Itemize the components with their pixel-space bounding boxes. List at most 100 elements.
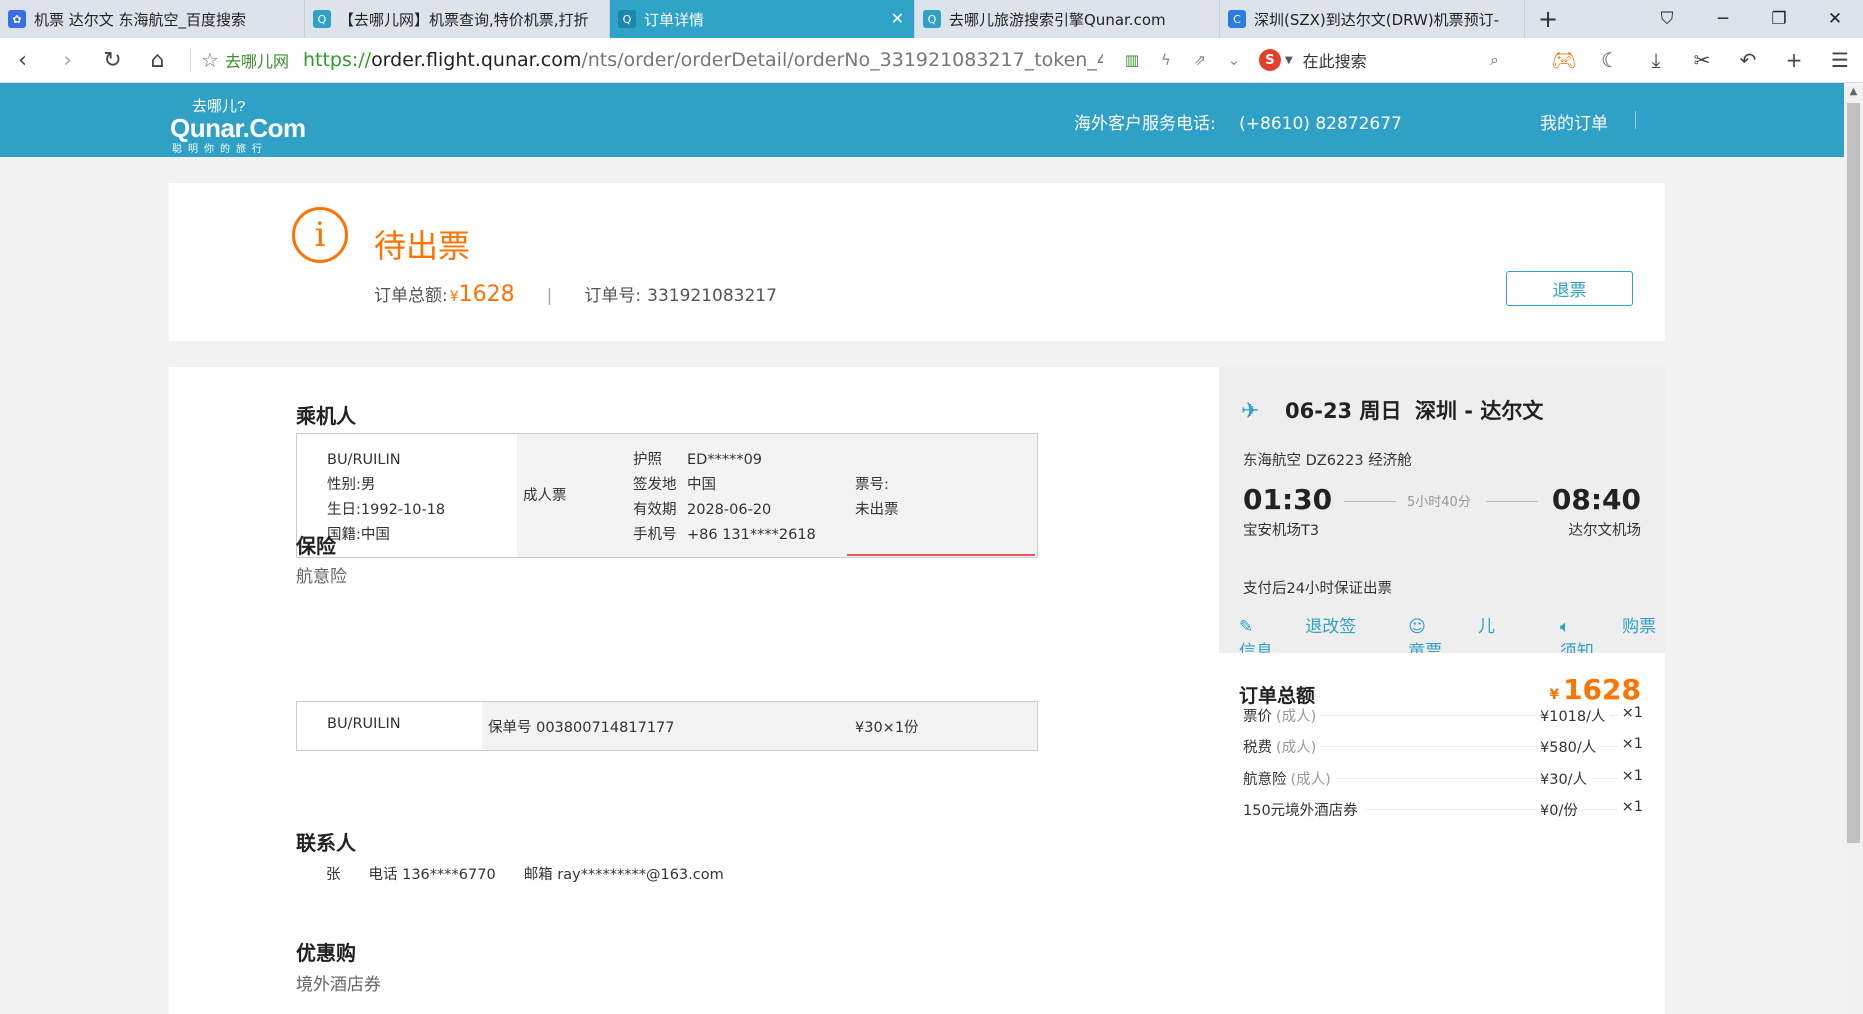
hotline-label: 海外客户服务电话: bbox=[1074, 114, 1216, 134]
quantity: ×1 bbox=[1617, 736, 1643, 752]
passenger-type: (成人) bbox=[1276, 709, 1317, 725]
undo-icon[interactable]: ↶ bbox=[1725, 48, 1771, 72]
forward-icon[interactable]: › bbox=[45, 38, 90, 83]
price-label: 税费 (成人) bbox=[1243, 736, 1321, 757]
scrollbar-thumb[interactable] bbox=[1847, 103, 1860, 843]
divider bbox=[1486, 501, 1538, 502]
menu-icon[interactable]: ☰ bbox=[1817, 48, 1863, 72]
baidu-paw-icon: ✿ bbox=[8, 10, 26, 28]
flight-summary: ✈ 06-23 周日 深圳 - 达尔文 东海航空 DZ6223 经济舱 01:3… bbox=[1219, 367, 1665, 662]
order-status-title: 待出票 bbox=[374, 227, 471, 265]
minimize-icon[interactable]: ─ bbox=[1695, 0, 1751, 38]
moon-icon[interactable]: ☾ bbox=[1587, 48, 1633, 72]
passenger-section-title: 乘机人 bbox=[296, 404, 356, 428]
quantity: ×1 bbox=[1617, 799, 1643, 815]
promo-section-title: 优惠购 bbox=[296, 941, 356, 965]
info-icon: i bbox=[292, 207, 348, 263]
order-summary: 订单总额: ¥ 1628 | 订单号: 331921083217 bbox=[374, 281, 777, 307]
unit-price: ¥1018/人 bbox=[1536, 705, 1610, 726]
search-box[interactable]: S ▼ 在此搜索 ⌕ bbox=[1258, 48, 1499, 72]
expiry-label: 有效期 bbox=[633, 502, 677, 518]
reload-icon[interactable]: ↻ bbox=[90, 38, 135, 83]
order-total-panel: 订单总额 ¥1628 票价 (成人) ¥1018/人 ×1 税费 (成人) ¥580… bbox=[1219, 653, 1665, 1014]
passenger-gender: 性别:男 bbox=[327, 477, 376, 493]
departure-time: 01:30 bbox=[1243, 483, 1333, 516]
total-value: 1628 bbox=[1563, 673, 1641, 706]
refund-button[interactable]: 退票 bbox=[1506, 271, 1633, 306]
doc-type-label: 护照 bbox=[633, 452, 662, 468]
gamepad-icon[interactable]: 🎮︎ bbox=[1541, 48, 1587, 72]
url-input[interactable]: https://order.flight.qunar.com/nts/order… bbox=[303, 49, 1103, 71]
chevron-down-icon[interactable]: ⌄ bbox=[1217, 51, 1251, 69]
qunar-camel-icon: Q bbox=[313, 10, 331, 28]
chevron-down-icon[interactable]: ▼ bbox=[1285, 55, 1293, 66]
divider bbox=[190, 48, 191, 72]
close-tab-icon[interactable]: ✕ bbox=[891, 9, 904, 28]
url-path: /nts/order/orderDetail/orderNo_331921083… bbox=[581, 49, 1103, 71]
price-label: 航意险 (成人) bbox=[1243, 768, 1335, 789]
sogou-icon[interactable]: S bbox=[1258, 49, 1281, 71]
insurance-section-title: 保险 bbox=[296, 534, 336, 558]
phone-number: +86 131****2618 bbox=[687, 527, 816, 543]
plus-icon[interactable]: + bbox=[1771, 48, 1817, 72]
tshirt-skin-icon[interactable]: ⛉ bbox=[1639, 0, 1695, 38]
speaker-icon: 🔈︎ bbox=[1559, 617, 1571, 637]
search-icon[interactable]: ⌕ bbox=[1490, 50, 1499, 70]
item-name: 税费 bbox=[1243, 740, 1272, 756]
tab-label: 去哪儿旅游搜索引擎Qunar.com bbox=[949, 10, 1166, 29]
back-icon[interactable]: ‹ bbox=[0, 38, 45, 83]
price-row: 税费 (成人) ¥580/人 ×1 bbox=[1243, 736, 1643, 757]
issue-place: 中国 bbox=[687, 477, 716, 493]
logo-main: Qunar.Com bbox=[170, 113, 306, 143]
restore-icon[interactable]: ❐ bbox=[1751, 0, 1807, 38]
tab-baidu-search[interactable]: ✿ 机票 达尔文 东海航空_百度搜索 bbox=[0, 0, 305, 38]
lightning-icon[interactable]: ϟ bbox=[1149, 51, 1183, 69]
browser-toolbar: 🎮︎ ☾ ⤓ ✂ ↶ + ☰ bbox=[1541, 48, 1863, 72]
ticket-number-block: 票号: 未出票 bbox=[855, 473, 899, 523]
new-tab-button[interactable]: + bbox=[1525, 0, 1571, 38]
contact-section-title: 联系人 bbox=[296, 831, 356, 855]
passenger-card: BU/RUILIN 性别:男 生日:1992-10-18 国籍:中国 成人票 护… bbox=[296, 433, 1038, 558]
tab-qunar-home[interactable]: Q 去哪儿旅游搜索引擎Qunar.com bbox=[915, 0, 1220, 38]
ticket-guarantee: 支付后24小时保证出票 bbox=[1243, 581, 1392, 597]
item-name: 航意险 bbox=[1243, 772, 1287, 788]
scissors-icon[interactable]: ✂ bbox=[1679, 48, 1725, 72]
divider bbox=[1344, 501, 1396, 502]
flight-date: 06-23 周日 bbox=[1285, 399, 1402, 423]
ticket-no-label: 票号: bbox=[855, 477, 889, 493]
ctrip-icon: C bbox=[1228, 10, 1246, 28]
expiry-date: 2028-06-20 bbox=[687, 502, 772, 518]
page-scrollbar[interactable]: ▲ bbox=[1844, 83, 1863, 1014]
divider bbox=[1635, 111, 1636, 129]
tab-ctrip-booking[interactable]: C 深圳(SZX)到达尔文(DRW)机票预订- bbox=[1220, 0, 1525, 38]
service-hotline: 海外客户服务电话: (+8610) 82872677 bbox=[1074, 109, 1402, 134]
document-details: 护照 ED*****09 签发地 中国 有效期 2028-06-20 手机号 +86 1… bbox=[633, 448, 816, 548]
insurance-type: 航意险 bbox=[296, 567, 347, 587]
address-bar: ‹ › ↻ ⌂ ☆ 去哪儿网 https://order.flight.quna… bbox=[0, 38, 1863, 83]
doc-number: ED*****09 bbox=[687, 452, 763, 468]
share-icon[interactable]: ⇗ bbox=[1183, 51, 1217, 69]
my-orders-link[interactable]: 我的订单 bbox=[1540, 109, 1608, 134]
contact-name: 张 bbox=[326, 867, 341, 883]
tab-order-detail[interactable]: Q 订单详情 ✕ bbox=[610, 0, 915, 38]
qunar-camel-icon: Q bbox=[923, 10, 941, 28]
qunar-logo[interactable]: 去哪儿? Qunar.Com 聪明你的旅行 bbox=[170, 95, 306, 155]
home-icon[interactable]: ⌂ bbox=[135, 38, 180, 83]
download-icon[interactable]: ⤓ bbox=[1633, 48, 1679, 72]
tab-label: 机票 达尔文 东海航空_百度搜索 bbox=[34, 10, 247, 29]
insurance-details: 保单号 003800714817177 ¥30×1份 bbox=[482, 702, 1037, 750]
contact-info: 张 电话 136****6770 邮箱 ray*********@163.com bbox=[326, 863, 752, 884]
star-icon[interactable]: ☆ bbox=[201, 48, 219, 72]
order-details: 乘机人 BU/RUILIN 性别:男 生日:1992-10-18 国籍:中国 成… bbox=[169, 367, 1219, 1014]
flight-airline: 东海航空 DZ6223 经济舱 bbox=[1243, 453, 1412, 469]
unit-price: ¥580/人 bbox=[1536, 736, 1601, 757]
favorite-site[interactable]: ☆ 去哪儿网 bbox=[201, 48, 289, 72]
passenger-type: (成人) bbox=[1276, 740, 1317, 756]
close-window-icon[interactable]: ✕ bbox=[1807, 0, 1863, 38]
insurance-card: BU/RUILIN 保单号 003800714817177 ¥30×1份 bbox=[296, 701, 1038, 751]
order-number: 331921083217 bbox=[647, 286, 777, 306]
scroll-up-icon[interactable]: ▲ bbox=[1844, 83, 1863, 101]
policy-number: 保单号 003800714817177 bbox=[488, 720, 675, 736]
tab-qunar-flights[interactable]: Q 【去哪儿网】机票查询,特价机票,打折 bbox=[305, 0, 610, 38]
reader-mode-icon[interactable]: ▥ bbox=[1115, 51, 1149, 69]
